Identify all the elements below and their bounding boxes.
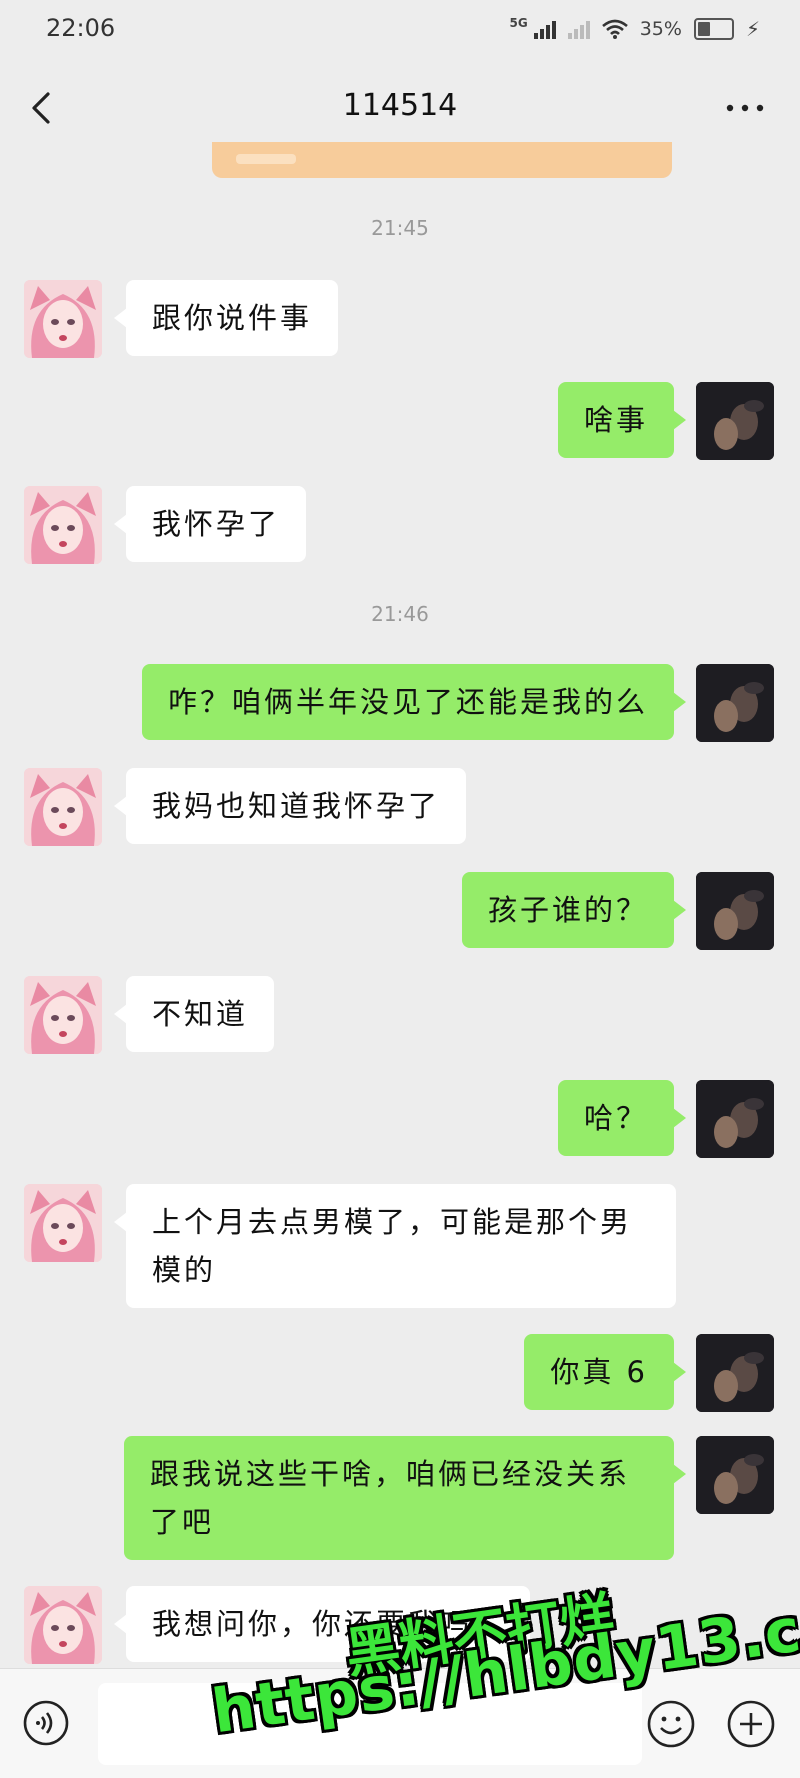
previous-message-card[interactable] xyxy=(212,142,672,178)
message-bubble-received[interactable]: 我想问你，你还要我吗？ xyxy=(113,1586,531,1662)
my-avatar[interactable] xyxy=(696,664,774,742)
plus-icon xyxy=(727,1700,775,1748)
contact-avatar[interactable] xyxy=(24,1586,102,1664)
status-bar: 22:06 5G 35% ⚡ xyxy=(0,0,800,58)
battery-percent: 35% xyxy=(639,18,682,40)
message-bubble-received[interactable]: 不知道 xyxy=(113,976,275,1052)
charging-icon: ⚡ xyxy=(745,17,760,41)
message-bubble-sent[interactable]: 跟我说这些干啥，咱俩已经没关系了吧 xyxy=(124,1436,686,1560)
status-icons: 5G 35% ⚡ xyxy=(510,16,760,42)
message-bubble-sent[interactable]: 啥事 xyxy=(557,382,687,458)
message-bubble-sent[interactable]: 哈？ xyxy=(557,1080,687,1156)
contact-avatar[interactable] xyxy=(24,1184,102,1262)
my-avatar[interactable] xyxy=(696,1080,774,1158)
message-bubble-sent[interactable]: 孩子谁的？ xyxy=(461,872,687,948)
my-avatar[interactable] xyxy=(696,1334,774,1412)
contact-avatar[interactable] xyxy=(24,486,102,564)
message-bubble-sent[interactable]: 咋？咱俩半年没见了还能是我的么 xyxy=(141,664,687,740)
my-avatar[interactable] xyxy=(696,872,774,950)
more-icon xyxy=(726,104,764,112)
emoji-button[interactable] xyxy=(646,1699,696,1749)
timestamp: 21:46 xyxy=(371,602,429,626)
message-bubble-received[interactable]: 跟你说件事 xyxy=(113,280,339,356)
voice-icon xyxy=(23,1700,69,1746)
signal-icon xyxy=(533,19,556,39)
contact-avatar[interactable] xyxy=(24,976,102,1054)
message-bubble-sent[interactable]: 你真 6 xyxy=(524,1334,686,1410)
chat-title: 114514 xyxy=(342,88,458,123)
my-avatar[interactable] xyxy=(696,1436,774,1514)
message-input[interactable] xyxy=(98,1683,642,1765)
timestamp: 21:45 xyxy=(371,216,429,240)
voice-button[interactable] xyxy=(22,1699,70,1747)
plus-button[interactable] xyxy=(726,1699,776,1749)
signal-secondary-icon xyxy=(567,19,590,39)
contact-avatar[interactable] xyxy=(24,768,102,846)
network-type: 5G xyxy=(509,16,528,30)
wifi-icon xyxy=(601,19,628,39)
battery-icon xyxy=(693,18,734,40)
input-bar xyxy=(0,1668,800,1778)
more-button[interactable] xyxy=(720,86,770,130)
emoji-icon xyxy=(647,1700,695,1748)
message-bubble-received[interactable]: 我怀孕了 xyxy=(113,486,307,562)
my-avatar[interactable] xyxy=(696,382,774,460)
message-bubble-received[interactable]: 我妈也知道我怀孕了 xyxy=(113,768,467,844)
status-time: 22:06 xyxy=(46,14,116,42)
message-bubble-received[interactable]: 上个月去点男模了，可能是那个男模的 xyxy=(114,1184,676,1308)
contact-avatar[interactable] xyxy=(24,280,102,358)
